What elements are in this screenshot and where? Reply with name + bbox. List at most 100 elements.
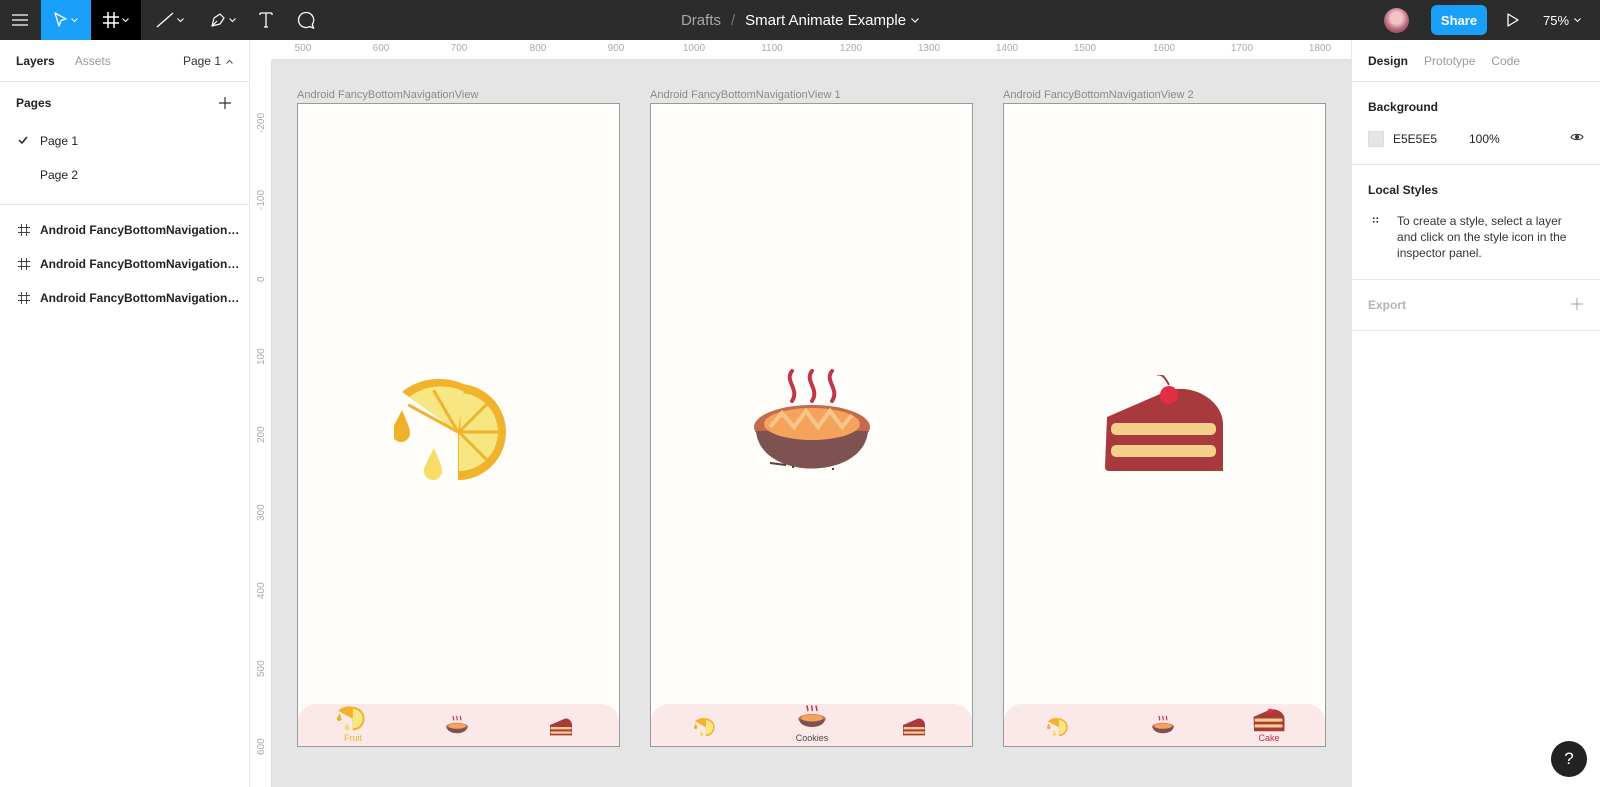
tab-code[interactable]: Code: [1491, 54, 1520, 68]
frame-cookies[interactable]: Cookies: [650, 103, 973, 747]
doc-name-label: Smart Animate Example: [745, 11, 907, 29]
hash-frame-icon: [18, 224, 30, 236]
pie-icon: [753, 369, 870, 470]
line-icon: [156, 12, 174, 28]
tab-assets[interactable]: Assets: [75, 54, 111, 68]
ruler-tick-label: 1400: [995, 43, 1019, 54]
nav-item-cake[interactable]: [884, 704, 944, 746]
cake-icon: [1104, 375, 1223, 471]
hash-frame-icon: [103, 12, 119, 28]
layer-item[interactable]: Android FancyBottomNavigationView 1: [0, 247, 249, 281]
background-opacity-input[interactable]: 100%: [1469, 132, 1500, 146]
check-icon: [18, 136, 28, 144]
lemon-icon: [337, 706, 365, 731]
text-icon: [259, 12, 273, 28]
nav-item-fruit[interactable]: [1029, 704, 1089, 746]
nav-label-cake: Cake: [1258, 733, 1280, 743]
hamburger-icon[interactable]: [0, 0, 40, 40]
ruler-tick-label: 700: [450, 43, 468, 54]
background-swatch[interactable]: [1368, 131, 1384, 147]
layer-label: Android FancyBottomNavigationView: [40, 223, 240, 237]
layer-item[interactable]: Android FancyBottomNavigationView: [0, 213, 249, 247]
nav-item-cookies[interactable]: [427, 704, 487, 746]
right-panel: Design Prototype Code Background E5E5E5 …: [1351, 40, 1600, 787]
pie-icon: [446, 715, 468, 734]
move-tool[interactable]: [41, 0, 91, 40]
ruler-tick-label: 1700: [1230, 43, 1254, 54]
cursor-arrow-icon: [54, 12, 67, 27]
nav-label-cookies: Cookies: [795, 733, 829, 743]
doc-separator: /: [730, 11, 736, 29]
nav-item-fruit[interactable]: Fruit: [323, 698, 383, 746]
cake-icon: [903, 718, 925, 736]
help-button[interactable]: ?: [1551, 741, 1587, 777]
plus-icon[interactable]: [1570, 297, 1584, 311]
nav-label-fruit: Fruit: [344, 733, 362, 743]
ruler-tick-label: 600: [372, 43, 390, 54]
ruler-tick-label: -100: [256, 189, 267, 210]
pen-tool[interactable]: [203, 0, 243, 40]
toolbar: Drafts / Smart Animate Example Share 75%: [0, 0, 1600, 40]
background-row: E5E5E5 100%: [1352, 114, 1600, 164]
bottom-navigation: Cookies: [651, 704, 972, 746]
style-grid-icon: [1372, 217, 1379, 223]
nav-item-cookies[interactable]: [1133, 704, 1193, 746]
page-item-label: Page 2: [40, 168, 79, 182]
nav-item-fruit[interactable]: [676, 704, 736, 746]
pie-icon: [1152, 715, 1174, 734]
background-section: Background E5E5E5 100%: [1352, 82, 1600, 165]
page-item-page-1[interactable]: Page 1: [0, 124, 249, 158]
cake-icon: [1253, 708, 1285, 732]
share-button[interactable]: Share: [1431, 5, 1487, 35]
comment-tool[interactable]: [291, 0, 321, 40]
frame-fruit[interactable]: Fruit: [297, 103, 620, 747]
avatar[interactable]: [1384, 8, 1409, 33]
local-styles-hint-row: To create a style, select a layer and cl…: [1352, 197, 1600, 279]
frame-title[interactable]: Android FancyBottomNavigationView 2: [1003, 89, 1194, 101]
page-item-label: Page 1: [40, 134, 79, 148]
page-item-page-2[interactable]: Page 2: [0, 158, 249, 192]
local-styles-title: Local Styles: [1368, 183, 1439, 197]
nav-item-cake[interactable]: Cake: [1239, 696, 1299, 746]
background-hex-input[interactable]: E5E5E5: [1393, 132, 1469, 146]
frame-title[interactable]: Android FancyBottomNavigationView: [297, 89, 478, 101]
ruler-tick-label: 1000: [682, 43, 706, 54]
eye-icon[interactable]: [1570, 132, 1584, 142]
export-section: Export: [1352, 280, 1600, 331]
export-title: Export: [1368, 298, 1407, 312]
doc-name-menu[interactable]: Smart Animate Example: [745, 12, 919, 29]
zoom-menu[interactable]: 75%: [1543, 0, 1581, 40]
chevron-down-icon: [1574, 17, 1581, 22]
ruler-tick-label: 0: [256, 276, 267, 282]
ruler-corner: [250, 40, 272, 60]
nav-item-cake[interactable]: [531, 704, 591, 746]
hash-frame-icon: [18, 258, 30, 270]
present-button[interactable]: [1503, 10, 1523, 30]
tab-design[interactable]: Design: [1368, 54, 1408, 68]
frame-tool[interactable]: [91, 0, 141, 40]
frame-cake[interactable]: Cake: [1003, 103, 1326, 747]
ruler-tick-label: 600: [256, 738, 267, 755]
export-row: Export: [1352, 280, 1600, 330]
tab-layers[interactable]: Layers: [16, 54, 55, 68]
ruler-tick-label: 1200: [839, 43, 863, 54]
layer-item[interactable]: Android FancyBottomNavigationView 2: [0, 281, 249, 315]
frame-title[interactable]: Android FancyBottomNavigationView 1: [650, 89, 841, 101]
lemon-icon: [1047, 718, 1068, 737]
left-panel: Layers Assets Page 1 Pages Page 1 Page 2…: [0, 40, 250, 787]
ruler-tick-label: -200: [256, 112, 267, 133]
ruler-vertical: -200 -100 0 100 200 300 400 500 600 700: [250, 40, 272, 787]
plus-icon[interactable]: [217, 95, 233, 111]
pages-header: Pages: [0, 82, 249, 124]
pen-icon: [211, 13, 225, 27]
page-selector[interactable]: Page 1: [183, 40, 233, 82]
tab-prototype[interactable]: Prototype: [1424, 54, 1475, 68]
ruler-tick-label: 100: [256, 348, 267, 365]
text-tool[interactable]: [251, 0, 281, 40]
doc-folder-link[interactable]: Drafts: [681, 12, 721, 29]
line-tool[interactable]: [150, 0, 190, 40]
chevron-down-icon: [911, 17, 919, 23]
nav-item-cookies[interactable]: Cookies: [782, 696, 842, 746]
ruler-tick-label: 1800: [1308, 43, 1332, 54]
chevron-up-icon: [226, 59, 233, 64]
